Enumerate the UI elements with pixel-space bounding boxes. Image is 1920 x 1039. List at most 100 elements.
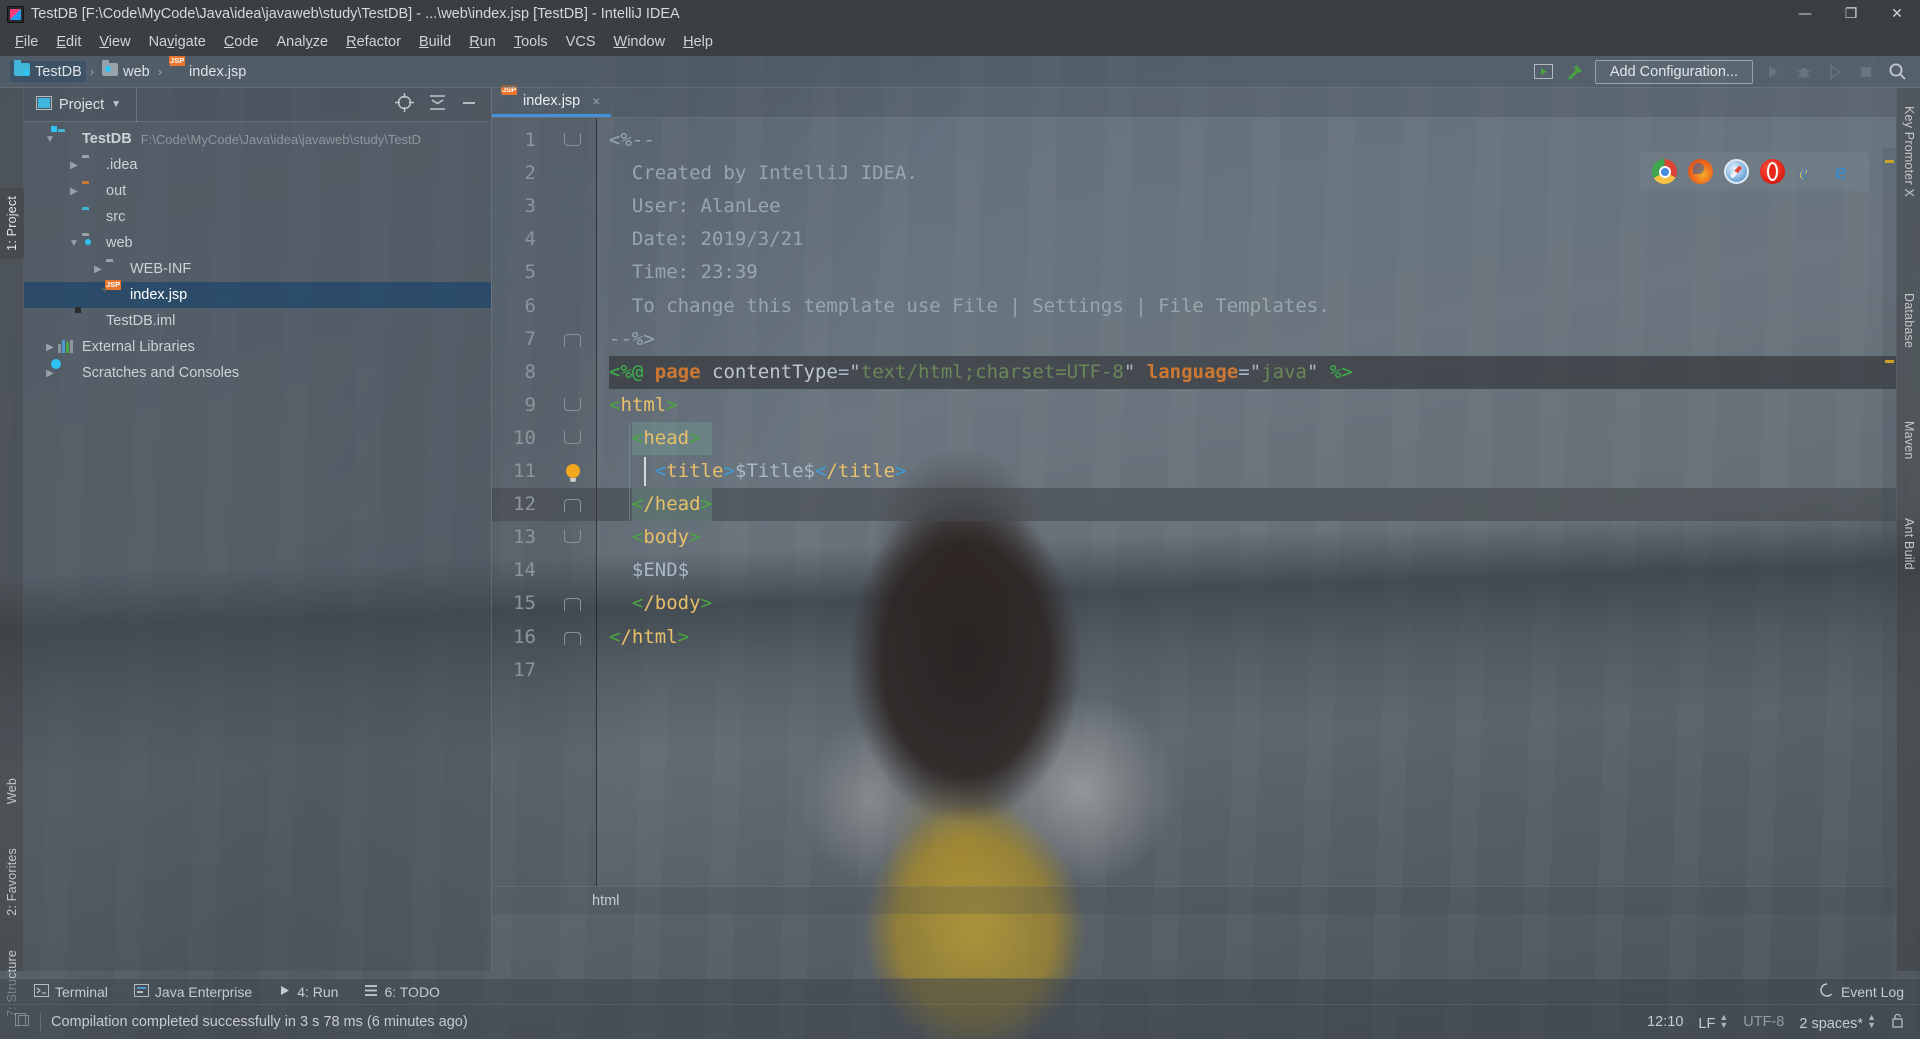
tool-button-project[interactable]: 1: Project xyxy=(0,188,24,259)
code-view[interactable]: 1 2 3 4 5 6 7 8 9 10 11 12 13 14 15 16 17 <%-- Created b… xyxy=(492,118,1896,916)
code-line-4[interactable]: Date: 2019/3/21 xyxy=(609,223,804,256)
code-line-10[interactable]: <head> xyxy=(609,422,701,455)
run-dashboard-icon[interactable] xyxy=(1533,61,1555,83)
code-fold-open-icon[interactable] xyxy=(564,133,581,146)
status-right[interactable]: 12:10 LF ▲ ▼ UTF-8 2 spaces* ▲ ▼ xyxy=(1647,1012,1920,1032)
code-fold-open-icon[interactable] xyxy=(564,430,581,444)
menu-item-navigate[interactable]: Navigate xyxy=(140,31,215,53)
right-tool-strip[interactable]: Key Promoter X Database Maven Ant Build xyxy=(1896,88,1920,971)
tree-node-out[interactable]: ▶ out xyxy=(24,178,491,204)
project-tool-window[interactable]: Project ▼ ▼ TestDB F:\Code\MyCode\Java\ide… xyxy=(24,87,492,971)
debug-button[interactable] xyxy=(1793,61,1815,83)
menu-item-refactor[interactable]: Refactor xyxy=(337,31,410,53)
tool-button-key-promoter-x[interactable]: Key Promoter X xyxy=(1898,106,1920,197)
navigation-bar[interactable]: TestDB › web › JSP index.jsp Add Configu… xyxy=(0,55,1920,88)
menu-bar[interactable]: File Edit View Navigate Code Analyze Refactor B… xyxy=(0,28,1920,56)
menu-item-help[interactable]: Help xyxy=(674,31,722,53)
code-line-6[interactable]: To change this template use File | Setti… xyxy=(609,290,1330,323)
menu-item-file[interactable]: File xyxy=(6,31,47,53)
tree-node-external-libraries[interactable]: ▶ External Libraries xyxy=(24,334,491,360)
opera-icon[interactable] xyxy=(1760,159,1785,184)
expand-arrow-icon[interactable]: ▼ xyxy=(66,238,82,249)
code-line-3[interactable]: User: AlanLee xyxy=(609,190,781,223)
tool-button-web[interactable]: Web xyxy=(1,778,23,804)
tree-node-web[interactable]: ▼ web xyxy=(24,230,491,256)
project-panel-header[interactable]: Project ▼ xyxy=(24,87,491,122)
tool-button-terminal[interactable]: Terminal xyxy=(34,983,108,1000)
code-line-11[interactable]: <title>$Title$</title> xyxy=(609,455,907,488)
editor-breadcrumb[interactable]: html xyxy=(492,886,1896,914)
code-fold-close-icon[interactable] xyxy=(564,499,581,513)
breadcrumb-file[interactable]: JSP index.jsp xyxy=(166,55,250,82)
stripe-mark[interactable] xyxy=(1885,360,1894,363)
tree-node-testdb-iml[interactable]: TestDB.iml xyxy=(24,308,491,334)
line-separator[interactable]: LF ▲ ▼ xyxy=(1698,1012,1728,1032)
tool-button-todo[interactable]: 6: TODO xyxy=(364,984,440,1000)
expand-arrow-icon[interactable]: ▶ xyxy=(66,186,82,197)
editor-gutter[interactable]: 1 2 3 4 5 6 7 8 9 10 11 12 13 14 15 16 17 xyxy=(492,118,597,886)
code-line-9[interactable]: <html> xyxy=(609,389,678,422)
hide-panel-icon[interactable] xyxy=(461,95,477,115)
code-line-16[interactable]: </html> xyxy=(609,621,689,654)
breadcrumb-project[interactable]: TestDB xyxy=(10,60,86,82)
chevron-down-icon[interactable]: ▼ xyxy=(111,99,121,110)
chrome-icon[interactable] xyxy=(1652,159,1677,184)
editor-tab-strip[interactable]: JSP index.jsp × xyxy=(492,85,1896,118)
editor-area[interactable]: JSP index.jsp × 1 2 3 4 5 6 7 8 9 10 11 12 13 14 15 16 1… xyxy=(492,85,1896,971)
stripe-mark[interactable] xyxy=(1885,160,1894,163)
expand-arrow-icon[interactable]: ▶ xyxy=(90,264,106,275)
code-line-7[interactable]: --%> xyxy=(609,323,655,356)
expand-arrow-icon[interactable]: ▶ xyxy=(66,160,82,171)
lock-icon[interactable] xyxy=(1891,1013,1904,1032)
menu-item-run[interactable]: Run xyxy=(460,31,505,53)
window-controls[interactable]: — ❐ ✕ xyxy=(1782,0,1920,28)
tree-node--idea[interactable]: ▶ .idea xyxy=(24,152,491,178)
tool-button-run[interactable]: 4: Run xyxy=(278,984,338,1000)
code-fold-close-icon[interactable] xyxy=(564,333,581,347)
tree-node-src[interactable]: src xyxy=(24,204,491,230)
code-line-2[interactable]: Created by IntelliJ IDEA. xyxy=(609,157,918,190)
code-line-13[interactable]: <body> xyxy=(609,521,701,554)
menu-item-vcs[interactable]: VCS xyxy=(557,31,605,53)
stop-button[interactable] xyxy=(1855,61,1877,83)
firefox-icon[interactable] xyxy=(1688,159,1713,184)
expand-arrow-icon[interactable]: ▼ xyxy=(42,134,58,145)
tree-node-testdb[interactable]: ▼ TestDB F:\Code\MyCode\Java\idea\javaweb\… xyxy=(24,126,491,152)
menu-item-build[interactable]: Build xyxy=(410,31,460,53)
code-line-15[interactable]: </body> xyxy=(609,587,712,620)
menu-item-view[interactable]: View xyxy=(90,31,139,53)
code-fold-close-icon[interactable] xyxy=(564,598,581,612)
safari-icon[interactable] xyxy=(1724,159,1749,184)
project-tree[interactable]: ▼ TestDB F:\Code\MyCode\Java\idea\javaweb\… xyxy=(24,122,491,386)
menu-item-edit[interactable]: Edit xyxy=(47,31,90,53)
tool-button-favorites[interactable]: 2: Favorites xyxy=(1,848,23,916)
tree-node-index-jsp[interactable]: JSP index.jsp xyxy=(24,279,491,308)
editor-tab-index-jsp[interactable]: JSP index.jsp × xyxy=(492,85,612,117)
code-line-1[interactable]: <%-- xyxy=(609,124,655,157)
file-encoding[interactable]: UTF-8 xyxy=(1743,1014,1784,1030)
expand-arrow-icon[interactable]: ▶ xyxy=(42,342,58,353)
tool-button-java-enterprise[interactable]: Java Enterprise xyxy=(133,983,252,1000)
close-icon[interactable]: × xyxy=(592,93,600,109)
internet-explorer-icon[interactable]: e xyxy=(1796,159,1821,185)
run-button[interactable] xyxy=(1762,61,1784,83)
maximize-button[interactable]: ❐ xyxy=(1828,0,1874,28)
tool-button-maven[interactable]: Maven xyxy=(1898,421,1920,460)
tool-button-ant-build[interactable]: Ant Build xyxy=(1898,518,1920,570)
toolbar-right[interactable]: Add Configuration... xyxy=(1533,59,1920,84)
code-line-14[interactable]: $END$ xyxy=(609,554,689,587)
code-text-area[interactable]: <%-- Created by IntelliJ IDEA. User: Ala… xyxy=(597,118,1896,886)
tool-window-bar[interactable]: Terminal Java Enterprise 4: Run 6: TODO … xyxy=(0,978,1920,1004)
open-in-browser-popup[interactable]: e e xyxy=(1640,152,1869,191)
memory-indicator-icon[interactable] xyxy=(14,1012,30,1032)
left-tool-strip[interactable]: 1: Project Web 2: Favorites 7: Structure xyxy=(0,88,24,1017)
intention-bulb-icon[interactable] xyxy=(566,464,580,482)
tree-node-scratches-and-consoles[interactable]: ▶ Scratches and Consoles xyxy=(24,360,491,386)
project-panel-actions[interactable] xyxy=(395,93,491,116)
scroll-from-source-icon[interactable] xyxy=(395,93,414,116)
code-fold-open-icon[interactable] xyxy=(564,397,581,411)
expand-arrow-icon[interactable]: ▶ xyxy=(42,368,58,379)
tool-button-database[interactable]: Database xyxy=(1898,293,1920,348)
code-line-8[interactable]: <%@ page contentType="text/html;charset=… xyxy=(609,356,1353,389)
menu-item-tools[interactable]: Tools xyxy=(505,31,557,53)
